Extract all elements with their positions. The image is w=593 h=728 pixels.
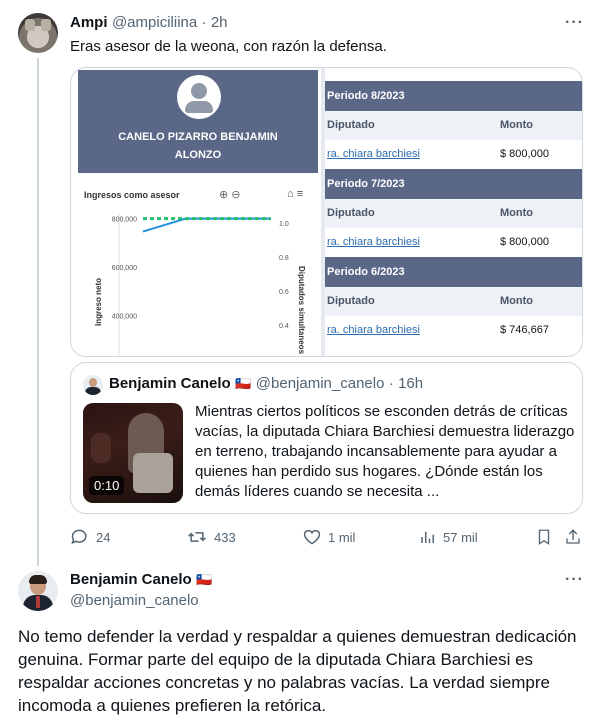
repost-count: 433 xyxy=(214,529,236,545)
table-header: Diputado Monto xyxy=(325,111,582,140)
share-button[interactable] xyxy=(564,526,588,548)
column-deputy: Diputado xyxy=(327,295,375,307)
user-placeholder-icon xyxy=(177,75,221,119)
main-tweet-header: Benjamin Canelo 🇨🇱 xyxy=(70,571,212,589)
zoom-icons: ⊕ ⊖ xyxy=(219,189,241,201)
amount-cell: $ 800,000 xyxy=(500,148,549,160)
views-button[interactable]: 57 mil xyxy=(419,526,478,548)
y2-tick-label: 0.6 xyxy=(279,289,289,296)
period-title: Periodo 6/2023 xyxy=(325,257,582,287)
table-header: Diputado Monto xyxy=(325,199,582,228)
avatar[interactable] xyxy=(18,13,58,53)
views-icon xyxy=(421,531,434,543)
handle[interactable]: @ampiciliina xyxy=(112,14,197,31)
column-amount: Monto xyxy=(500,295,533,307)
quoted-header: Benjamin Canelo 🇨🇱 @benjamin_canelo · 16… xyxy=(109,375,423,393)
period-title: Periodo 8/2023 xyxy=(325,81,582,111)
quoted-text: Mientras ciertos políticos se esconden d… xyxy=(195,403,575,500)
y-tick-label: 400,000 xyxy=(112,314,137,321)
table-row: ra. chiara barchiesi $ 800,000 xyxy=(325,140,582,169)
reply-button[interactable]: 24 xyxy=(70,526,110,548)
deputy-link[interactable]: ra. chiara barchiesi xyxy=(327,140,420,169)
amount-cell: $ 746,667 xyxy=(500,324,549,336)
chart-menu-icons: ⌂ ≡ xyxy=(287,188,304,200)
more-options-icon[interactable]: ··· xyxy=(565,571,584,589)
avatar xyxy=(83,375,103,395)
action-bar: 24 433 1 mil 57 mil xyxy=(70,526,583,548)
income-line xyxy=(142,217,271,233)
display-name[interactable]: Benjamin Canelo xyxy=(70,571,192,588)
profile-name: CANELO PIZARRO BENJAMIN ALONZO xyxy=(118,131,278,161)
bookmark-icon xyxy=(538,529,550,546)
tweet-text: No temo defender la verdad y respaldar a… xyxy=(18,627,577,715)
column-deputy: Diputado xyxy=(327,207,375,219)
column-deputy: Diputado xyxy=(327,119,375,131)
column-amount: Monto xyxy=(500,119,533,131)
y2-tick-label: 1.0 xyxy=(279,221,289,228)
quoted-tweet[interactable]: Benjamin Canelo 🇨🇱 @benjamin_canelo · 16… xyxy=(70,362,583,514)
video-duration: 0:10 xyxy=(89,476,125,495)
y-tick-label: 800,000 xyxy=(112,217,137,224)
chile-flag-icon: 🇨🇱 xyxy=(235,376,252,391)
attached-image[interactable]: CANELO PIZARRO BENJAMIN ALONZO Ingresos … xyxy=(70,67,583,357)
handle[interactable]: @benjamin_canelo xyxy=(70,592,199,609)
table-header: Diputado Monto xyxy=(325,287,582,316)
reply-icon xyxy=(71,529,87,545)
timestamp: · 16h xyxy=(388,375,424,392)
tweet-header: Ampi @ampiciliina · 2h xyxy=(70,14,228,32)
table-row: ra. chiara barchiesi $ 746,667 xyxy=(325,316,582,345)
share-icon xyxy=(566,529,580,544)
amount-cell: $ 800,000 xyxy=(500,236,549,248)
video-thumbnail[interactable]: 0:10 xyxy=(83,403,183,503)
repost-button[interactable]: 433 xyxy=(186,526,236,548)
timestamp[interactable]: · 2h xyxy=(202,14,228,31)
period-table: Periodo 8/2023 Diputado Monto ra. chiara ba… xyxy=(325,68,582,345)
y-tick-label: 600,000 xyxy=(112,265,137,272)
tweet-text: Eras asesor de la weona, con razón la de… xyxy=(70,38,387,55)
repost-icon xyxy=(188,532,206,542)
table-row: ra. chiara barchiesi $ 800,000 xyxy=(325,228,582,257)
thread-line xyxy=(37,58,39,566)
display-name[interactable]: Ampi xyxy=(70,14,108,31)
view-count: 57 mil xyxy=(443,529,478,545)
y2-axis-label: Diputados simultaneos xyxy=(297,266,306,355)
period-section: Periodo 7/2023 Diputado Monto ra. chiara ba… xyxy=(325,169,582,257)
chile-flag-icon: 🇨🇱 xyxy=(196,572,213,587)
income-chart: 800,000600,000400,000200,0001.00.80.60.4… xyxy=(94,214,306,356)
y-axis-label: Ingreso neto xyxy=(94,278,103,326)
more-options-icon[interactable]: ··· xyxy=(565,14,584,32)
heart-icon xyxy=(303,529,321,545)
y2-tick-label: 0.8 xyxy=(279,255,289,262)
period-section: Periodo 6/2023 Diputado Monto ra. chiara ba… xyxy=(325,257,582,345)
period-section: Periodo 8/2023 Diputado Monto ra. chiara ba… xyxy=(325,81,582,169)
like-button[interactable]: 1 mil xyxy=(302,526,355,548)
y2-tick-label: 0.4 xyxy=(279,323,289,330)
bookmark-button[interactable] xyxy=(535,526,559,548)
handle: @benjamin_canelo xyxy=(255,375,385,392)
column-amount: Monto xyxy=(500,207,533,219)
like-count: 1 mil xyxy=(328,529,356,545)
avatar[interactable] xyxy=(18,571,58,611)
deputy-link[interactable]: ra. chiara barchiesi xyxy=(327,228,420,257)
reply-count: 24 xyxy=(96,529,111,545)
profile-panel: CANELO PIZARRO BENJAMIN ALONZO xyxy=(78,70,318,173)
deputy-link[interactable]: ra. chiara barchiesi xyxy=(327,316,420,345)
display-name: Benjamin Canelo xyxy=(109,375,231,392)
period-title: Periodo 7/2023 xyxy=(325,169,582,199)
chart-title: Ingresos como asesor xyxy=(84,190,180,200)
